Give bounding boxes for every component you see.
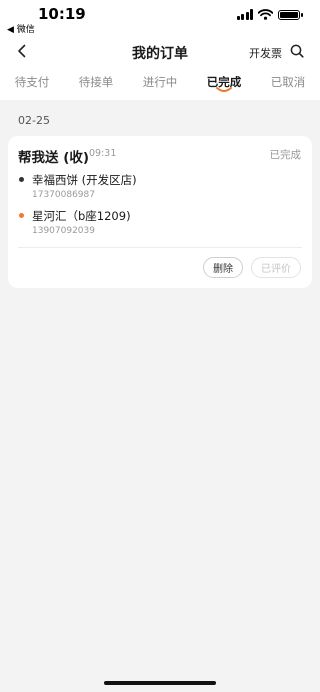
back-to-app-link[interactable]: ◀ 微信 <box>7 22 35 35</box>
tab-label: 待接单 <box>78 75 114 89</box>
tab-completed[interactable]: 已完成 <box>192 66 256 98</box>
header-area: 10:19 ◀ 微信 我的订单 开发票 待支付 待接单 进行中 已完成 已取消 <box>0 0 320 100</box>
status-bar: 10:19 ◀ 微信 <box>0 0 320 36</box>
order-date-label: 02-25 <box>18 114 50 127</box>
tab-pending-acceptance[interactable]: 待接单 <box>64 66 128 98</box>
pickup-address: 幸福西饼 (开发区店) <box>32 173 137 187</box>
tab-label: 已取消 <box>270 75 306 89</box>
search-icon[interactable] <box>290 44 304 58</box>
invoice-button[interactable]: 开发票 <box>249 45 282 61</box>
pickup-dot-icon <box>19 177 24 182</box>
order-status: 已完成 <box>269 149 302 161</box>
status-icons <box>236 9 303 20</box>
order-title: 帮我送 (收) <box>18 150 90 166</box>
dropoff-address: 星河汇（b座1209) <box>32 209 131 223</box>
tab-cancelled[interactable]: 已取消 <box>256 66 320 98</box>
dropoff-dot-icon <box>19 213 24 218</box>
battery-icon <box>278 9 303 20</box>
order-time: 09:31 <box>89 148 117 159</box>
pickup-phone: 17370086987 <box>32 190 95 200</box>
dropoff-phone: 13907092039 <box>32 226 95 236</box>
order-card[interactable]: 帮我送 (收) 09:31 已完成 幸福西饼 (开发区店) 1737008698… <box>8 136 312 288</box>
card-divider <box>18 247 302 248</box>
nav-bar: 我的订单 开发票 <box>0 36 320 66</box>
tab-label: 待支付 <box>14 75 50 89</box>
home-indicator <box>104 681 216 685</box>
delete-button[interactable]: 删除 <box>203 257 243 278</box>
tab-in-progress[interactable]: 进行中 <box>128 66 192 98</box>
active-tab-indicator <box>216 87 232 92</box>
tab-label: 进行中 <box>142 75 178 89</box>
tab-pending-payment[interactable]: 待支付 <box>0 66 64 98</box>
signal-icon <box>236 9 253 20</box>
order-status-tabs: 待支付 待接单 进行中 已完成 已取消 <box>0 66 320 98</box>
reviewed-button: 已评价 <box>251 257 301 278</box>
wifi-icon <box>258 9 273 20</box>
status-time: 10:19 <box>38 5 86 23</box>
